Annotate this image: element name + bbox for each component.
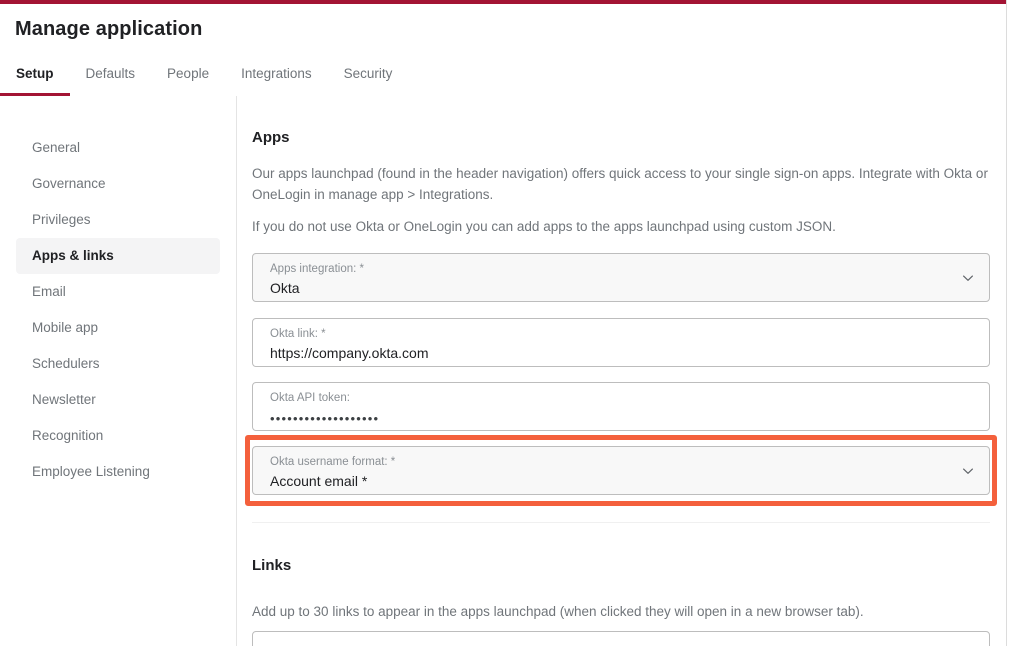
apps-section-heading: Apps <box>252 129 290 146</box>
chevron-down-icon[interactable] <box>961 271 975 285</box>
okta-link-field[interactable]: Okta link: * https://company.okta.com <box>252 318 990 367</box>
sidebar-nav-list: General Governance Privileges Apps & lin… <box>0 130 236 490</box>
settings-sidebar: General Governance Privileges Apps & lin… <box>0 96 236 646</box>
okta-link-label: Okta link: * <box>270 327 326 341</box>
okta-api-token-value: ••••••••••••••••••• <box>270 410 379 428</box>
sidebar-item-schedulers[interactable]: Schedulers <box>16 346 220 382</box>
apps-integration-label: Apps integration: * <box>270 262 364 276</box>
sidebar-item-general[interactable]: General <box>16 130 220 166</box>
tab-bar: Setup Defaults People Integrations Secur… <box>0 65 408 100</box>
main-content: Apps Our apps launchpad (found in the he… <box>237 96 1006 646</box>
sidebar-item-governance[interactable]: Governance <box>16 166 220 202</box>
okta-api-token-label: Okta API token: <box>270 391 350 405</box>
links-input-field[interactable] <box>252 631 990 646</box>
okta-username-format-label: Okta username format: * <box>270 455 395 469</box>
tab-defaults[interactable]: Defaults <box>70 65 152 96</box>
tab-integrations[interactable]: Integrations <box>225 65 328 96</box>
sidebar-item-mobile-app[interactable]: Mobile app <box>16 310 220 346</box>
manage-application-page: Manage application Setup Defaults People… <box>0 0 1010 646</box>
tab-security[interactable]: Security <box>328 65 409 96</box>
apps-integration-value: Okta <box>270 279 300 297</box>
sidebar-item-recognition[interactable]: Recognition <box>16 418 220 454</box>
okta-username-format-select[interactable]: Okta username format: * Account email * <box>252 446 990 495</box>
section-divider <box>252 522 990 523</box>
okta-api-token-field[interactable]: Okta API token: ••••••••••••••••••• <box>252 382 990 431</box>
okta-username-format-value: Account email * <box>270 472 367 490</box>
sidebar-item-email[interactable]: Email <box>16 274 220 310</box>
tab-setup[interactable]: Setup <box>0 65 70 96</box>
page-title: Manage application <box>15 18 202 41</box>
sidebar-item-privileges[interactable]: Privileges <box>16 202 220 238</box>
tab-people[interactable]: People <box>151 65 225 96</box>
sidebar-item-newsletter[interactable]: Newsletter <box>16 382 220 418</box>
okta-link-value: https://company.okta.com <box>270 344 428 362</box>
apps-integration-select[interactable]: Apps integration: * Okta <box>252 253 990 302</box>
chevron-down-icon[interactable] <box>961 464 975 478</box>
links-section-heading: Links <box>252 557 291 574</box>
apps-paragraph-1: Our apps launchpad (found in the header … <box>252 163 990 205</box>
sidebar-item-employee-listening[interactable]: Employee Listening <box>16 454 220 490</box>
sidebar-item-apps-links[interactable]: Apps & links <box>16 238 220 274</box>
page-header: Manage application Setup Defaults People… <box>0 4 1006 96</box>
links-paragraph-1: Add up to 30 links to appear in the apps… <box>252 601 990 622</box>
apps-paragraph-2: If you do not use Okta or OneLogin you c… <box>252 216 990 237</box>
